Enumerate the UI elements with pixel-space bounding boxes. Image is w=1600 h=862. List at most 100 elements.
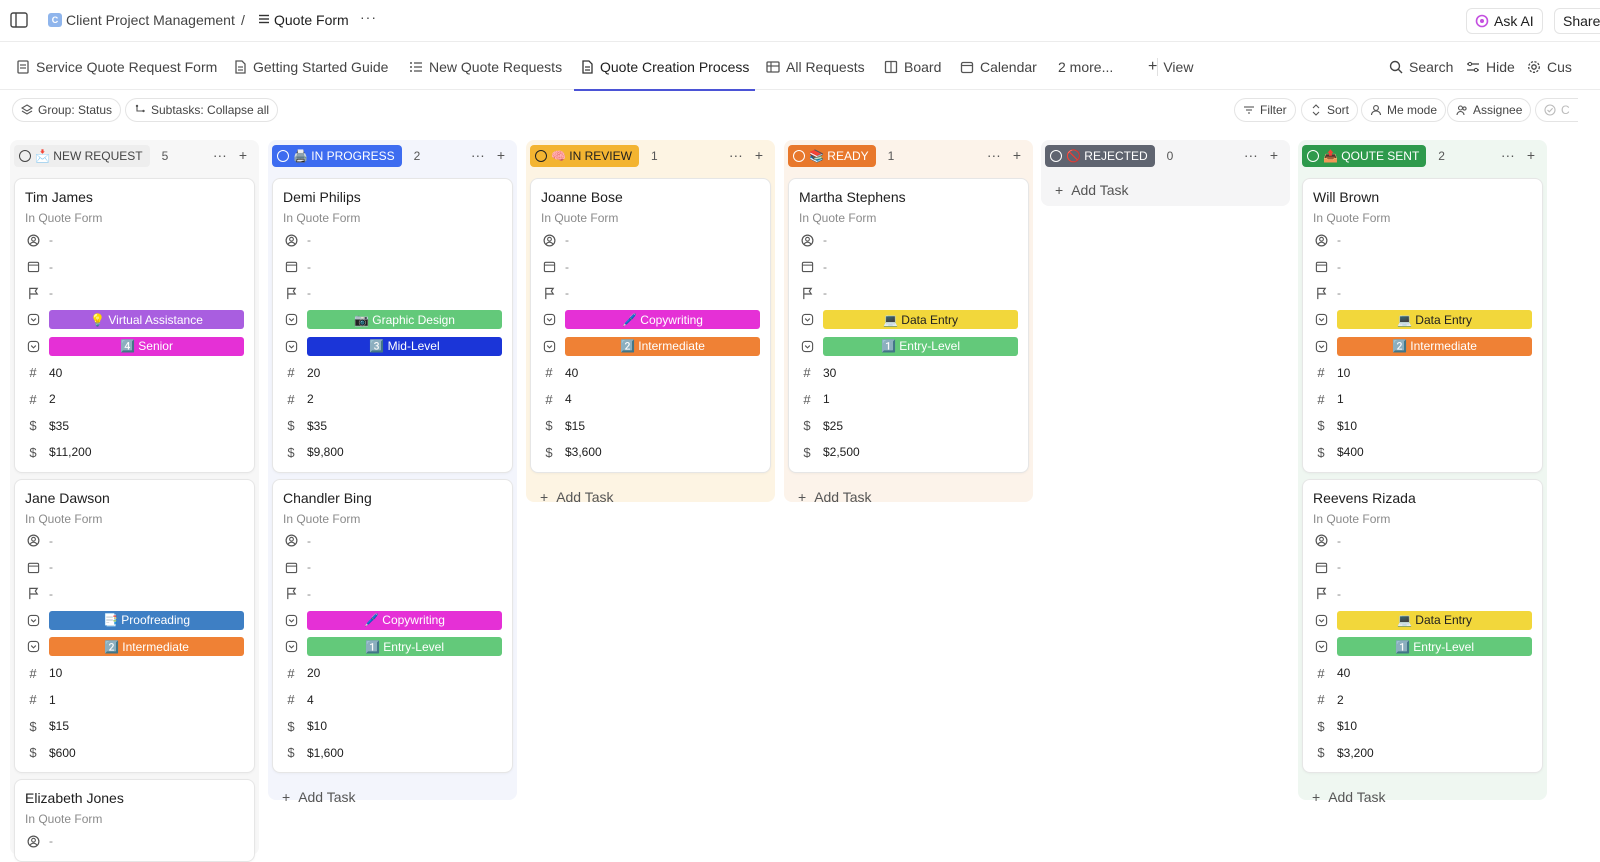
- sort-button[interactable]: Sort: [1301, 98, 1359, 122]
- plus-icon[interactable]: +: [239, 148, 247, 162]
- plus-icon[interactable]: +: [1013, 148, 1021, 162]
- customize-button[interactable]: Cus: [1527, 43, 1572, 90]
- customize-label: Cus: [1547, 58, 1572, 75]
- card-field: -: [799, 227, 1018, 254]
- add-task-button[interactable]: + Add Task: [530, 479, 771, 515]
- more-icon[interactable]: ···: [213, 148, 227, 162]
- task-card[interactable]: Jane Dawson In Quote Form - - - 📑 Proofreadin…: [14, 478, 255, 773]
- plus-icon[interactable]: +: [1527, 148, 1535, 162]
- subtasks-button[interactable]: Subtasks: Collapse all: [125, 98, 279, 122]
- card-field: $ $400: [1313, 439, 1532, 466]
- service-tag[interactable]: 🖊️ Copywriting: [565, 310, 760, 330]
- card-field: #2: [283, 386, 502, 413]
- dollar-icon: $: [29, 745, 37, 761]
- tab-more[interactable]: 2 more...: [1058, 43, 1113, 90]
- service-tag[interactable]: 💻 Data Entry: [1337, 610, 1532, 630]
- assignee-button[interactable]: Assignee: [1447, 98, 1532, 122]
- task-title[interactable]: Joanne Bose: [541, 189, 760, 207]
- task-title[interactable]: Will Brown: [1313, 189, 1532, 207]
- task-card[interactable]: Joanne Bose In Quote Form - - - 🖊️ Copywritin…: [530, 178, 771, 473]
- plus-icon: +: [282, 789, 291, 805]
- dropdown-icon: [1313, 612, 1329, 628]
- more-icon[interactable]: ···: [729, 148, 743, 162]
- task-title[interactable]: Elizabeth Jones: [25, 790, 244, 808]
- filter-button[interactable]: Filter: [1234, 98, 1296, 122]
- task-title[interactable]: Martha Stephens: [799, 189, 1018, 207]
- add-task-button[interactable]: + Add Task: [272, 779, 513, 815]
- card-field: -: [283, 554, 502, 581]
- breadcrumb-space[interactable]: Client Project Management: [66, 12, 235, 28]
- service-tag[interactable]: 📷 Graphic Design: [307, 310, 502, 330]
- status-pill[interactable]: 📤 QOUTE SENT: [1302, 145, 1427, 167]
- task-title[interactable]: Demi Philips: [283, 189, 502, 207]
- board-column: 🚫 REJECTED 0 ··· + + Add Task: [1041, 140, 1290, 206]
- tab-service-quote-request-form[interactable]: Service Quote Request Form: [16, 43, 217, 90]
- more-icon[interactable]: ···: [1244, 148, 1258, 162]
- level-tag[interactable]: 2️⃣ Intermediate: [49, 637, 244, 657]
- share-button[interactable]: Share: [1554, 8, 1600, 34]
- closed-tasks-label: C: [1561, 103, 1570, 117]
- task-title[interactable]: Tim James: [25, 189, 244, 207]
- plus-icon[interactable]: +: [1270, 148, 1278, 162]
- task-card[interactable]: Chandler Bing In Quote Form - - - 🖊️ Copywrit…: [272, 478, 513, 773]
- task-card[interactable]: Demi Philips In Quote Form - - - 📷 Graphic De…: [272, 178, 513, 473]
- level-tag[interactable]: 2️⃣ Intermediate: [1337, 336, 1532, 356]
- me-mode-button[interactable]: Me mode: [1361, 98, 1447, 122]
- ask-ai-button[interactable]: Ask AI: [1466, 8, 1543, 34]
- closed-tasks-button[interactable]: C: [1535, 98, 1578, 122]
- service-tag[interactable]: 📑 Proofreading: [49, 610, 244, 630]
- service-tag[interactable]: 🖊️ Copywriting: [307, 610, 502, 630]
- status-pill[interactable]: 🖨️ IN PROGRESS: [272, 145, 402, 167]
- level-tag[interactable]: 3️⃣ Mid-Level: [307, 336, 502, 356]
- tab-getting-started-guide[interactable]: Getting Started Guide: [233, 43, 388, 90]
- plus-icon[interactable]: +: [755, 148, 763, 162]
- group-by-button[interactable]: Group: Status: [12, 98, 122, 122]
- level-tag[interactable]: 4️⃣ Senior: [49, 336, 244, 356]
- task-card[interactable]: Tim James In Quote Form - - - 💡 Virtual Assis…: [14, 178, 255, 473]
- status-pill[interactable]: 🚫 REJECTED: [1045, 145, 1155, 167]
- search-button[interactable]: Search: [1389, 43, 1453, 90]
- level-tag[interactable]: 1️⃣ Entry-Level: [307, 637, 502, 657]
- more-icon[interactable]: ···: [987, 148, 1001, 162]
- service-tag[interactable]: 💡 Virtual Assistance: [49, 310, 244, 330]
- add-view-button[interactable]: + View: [1148, 43, 1193, 90]
- task-card[interactable]: Reevens Rizada In Quote Form - - - 💻 Data Ent…: [1302, 478, 1543, 773]
- tab-quote-creation-process[interactable]: Quote Creation Process: [573, 43, 756, 91]
- service-tag[interactable]: 💻 Data Entry: [1337, 310, 1532, 330]
- calendar-icon: [960, 61, 974, 73]
- task-card[interactable]: Will Brown In Quote Form - - - 💻 Data Entry 2️…: [1302, 178, 1543, 473]
- add-task-button[interactable]: + Add Task: [1302, 779, 1543, 815]
- field-value: -: [307, 259, 311, 274]
- dropdown-icon: [283, 612, 299, 628]
- breadcrumb-list[interactable]: Quote Form: [274, 12, 349, 28]
- plus-icon[interactable]: +: [497, 148, 505, 162]
- task-card[interactable]: Elizabeth Jones In Quote Form -: [14, 779, 255, 862]
- tab-board[interactable]: Board: [884, 43, 941, 90]
- add-task-button[interactable]: + Add Task: [788, 479, 1029, 515]
- sidebar-toggle-icon[interactable]: [10, 12, 28, 28]
- status-pill[interactable]: 🧠 IN REVIEW: [530, 145, 639, 167]
- level-tag[interactable]: 2️⃣ Intermediate: [565, 336, 760, 356]
- task-title[interactable]: Jane Dawson: [25, 490, 244, 508]
- field-value: -: [1337, 586, 1341, 601]
- priority-flag-icon: [283, 285, 299, 301]
- more-icon[interactable]: ···: [471, 148, 485, 162]
- field-value: $3,600: [565, 445, 602, 460]
- level-tag[interactable]: 1️⃣ Entry-Level: [1337, 637, 1532, 657]
- task-title[interactable]: Reevens Rizada: [1313, 490, 1532, 508]
- tab-new-quote-requests[interactable]: New Quote Requests: [409, 43, 562, 90]
- service-tag[interactable]: 💻 Data Entry: [823, 310, 1018, 330]
- task-title[interactable]: Chandler Bing: [283, 490, 502, 508]
- hide-button[interactable]: Hide: [1466, 43, 1515, 90]
- status-pill[interactable]: 📩 NEW REQUEST: [14, 145, 150, 167]
- level-tag[interactable]: 1️⃣ Entry-Level: [823, 336, 1018, 356]
- status-pill[interactable]: 📚 READY: [788, 145, 876, 167]
- add-task-button[interactable]: + Add Task: [1045, 172, 1286, 208]
- tab-all-requests[interactable]: All Requests: [766, 43, 865, 90]
- field-value: $10: [1337, 719, 1358, 734]
- task-card[interactable]: Martha Stephens In Quote Form - - - 💻 Data En…: [788, 178, 1029, 473]
- more-icon[interactable]: ···: [1501, 148, 1515, 162]
- tab-calendar[interactable]: Calendar: [960, 43, 1037, 90]
- field-value: 40: [49, 365, 63, 380]
- breadcrumb-more-button[interactable]: ···: [360, 9, 377, 25]
